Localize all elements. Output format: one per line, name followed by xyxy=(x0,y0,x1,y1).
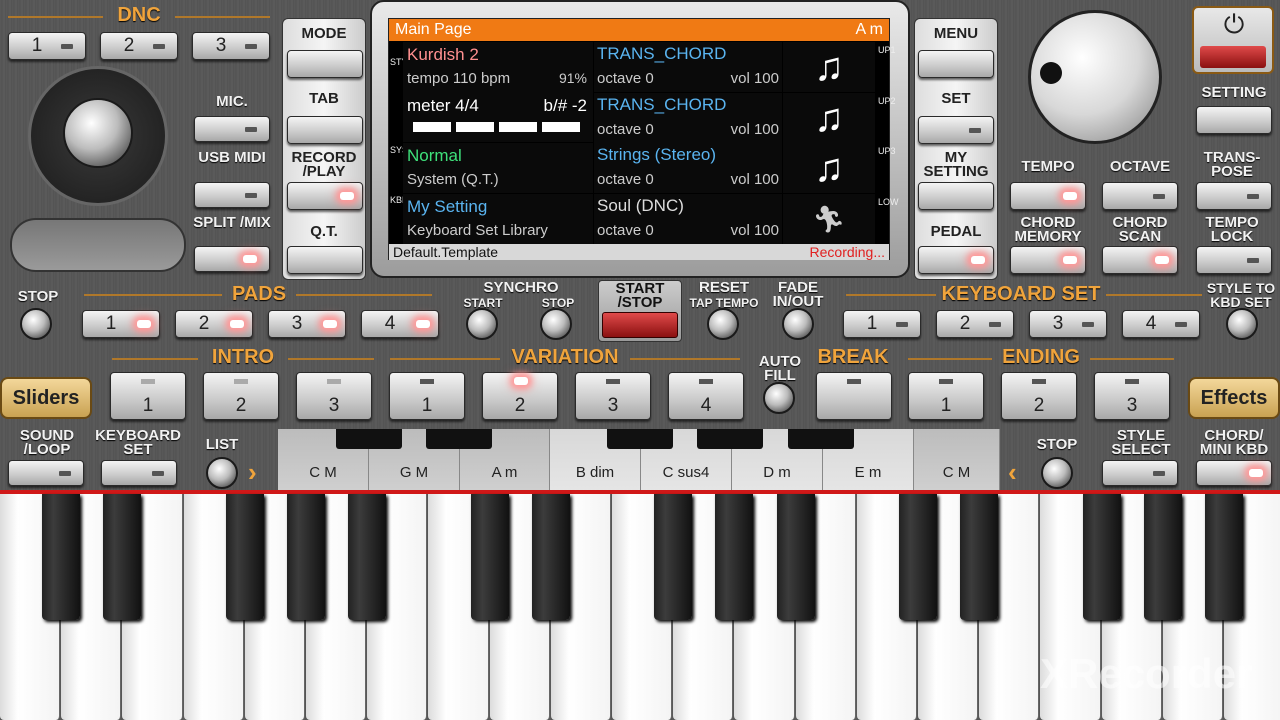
black-key[interactable] xyxy=(348,494,387,620)
black-key[interactable] xyxy=(225,494,264,620)
black-key[interactable] xyxy=(1143,494,1182,620)
black-key[interactable] xyxy=(960,494,999,620)
arranger-app: DNC 1 2 3 MIC. USB MIDI SPLIT /MIX MODE … xyxy=(0,0,1280,720)
black-key[interactable] xyxy=(287,494,325,620)
piano-keyboard xyxy=(0,0,1280,720)
black-key[interactable] xyxy=(103,494,142,620)
black-key[interactable] xyxy=(1082,494,1121,620)
watermark: XRecorder xyxy=(1040,650,1253,697)
black-key[interactable] xyxy=(776,494,815,620)
black-key[interactable] xyxy=(654,494,693,620)
black-key[interactable] xyxy=(899,494,937,620)
black-key[interactable] xyxy=(531,494,570,620)
black-key[interactable] xyxy=(715,494,754,620)
black-key[interactable] xyxy=(42,494,81,620)
black-key[interactable] xyxy=(470,494,509,620)
black-key[interactable] xyxy=(1205,494,1243,620)
